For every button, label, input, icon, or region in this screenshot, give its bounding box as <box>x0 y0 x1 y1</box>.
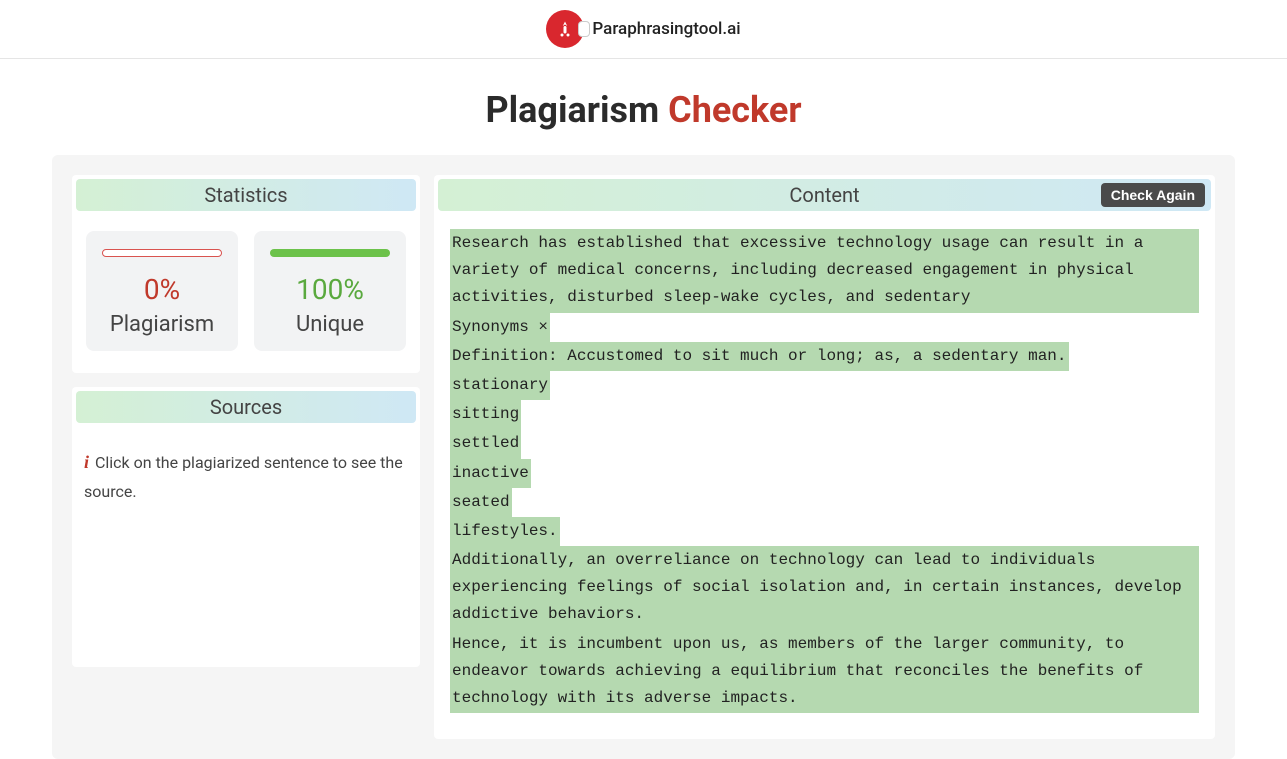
content-card: Content Check Again Research has establi… <box>434 175 1215 739</box>
logo-icon <box>546 10 584 48</box>
unique-label: Unique <box>264 312 396 337</box>
title-prefix: Plagiarism <box>485 89 668 131</box>
statistics-card: Statistics 0% Plagiarism 100% Unique <box>72 175 420 373</box>
synonym-item[interactable]: sitting <box>450 400 521 429</box>
synonym-item[interactable]: inactive <box>450 459 531 488</box>
left-column: Statistics 0% Plagiarism 100% Unique Sou… <box>72 175 420 739</box>
content-body[interactable]: Research has established that excessive … <box>434 223 1215 719</box>
plagiarism-bar <box>102 249 222 257</box>
plagiarism-label: Plagiarism <box>96 312 228 337</box>
unique-bar <box>270 249 390 257</box>
content-header-wrap: Content Check Again <box>438 179 1211 211</box>
page-title: Plagiarism Checker <box>0 59 1287 155</box>
sources-hint: Click on the plagiarized sentence to see… <box>84 453 403 501</box>
content-header: Content <box>438 179 1211 211</box>
check-again-button[interactable]: Check Again <box>1101 183 1205 207</box>
statistics-header: Statistics <box>76 179 416 211</box>
stat-plagiarism: 0% Plagiarism <box>86 231 238 351</box>
stat-unique: 100% Unique <box>254 231 406 351</box>
content-para2b[interactable]: Additionally, an overreliance on technol… <box>450 546 1199 630</box>
synonyms-label[interactable]: Synonyms × <box>450 313 550 342</box>
content-para2a[interactable]: lifestyles. <box>450 517 560 546</box>
synonym-item[interactable]: seated <box>450 488 512 517</box>
main-container: Statistics 0% Plagiarism 100% Unique Sou… <box>52 155 1235 759</box>
site-header: Paraphrasingtool.ai <box>0 0 1287 59</box>
sources-card: Sources i Click on the plagiarized sente… <box>72 387 420 667</box>
unique-value: 100% <box>264 273 396 306</box>
logo[interactable]: Paraphrasingtool.ai <box>546 10 740 48</box>
content-para1[interactable]: Research has established that excessive … <box>450 229 1199 313</box>
brand-name: Paraphrasingtool.ai <box>592 19 740 39</box>
synonym-item[interactable]: stationary <box>450 371 550 400</box>
sources-header: Sources <box>76 391 416 423</box>
content-para2c[interactable]: Hence, it is incumbent upon us, as membe… <box>450 630 1199 714</box>
sources-body: i Click on the plagiarized sentence to s… <box>72 433 420 519</box>
info-icon: i <box>84 452 89 472</box>
synonym-item[interactable]: settled <box>450 429 521 458</box>
title-accent: Checker <box>668 89 801 131</box>
plagiarism-value: 0% <box>96 273 228 306</box>
synonyms-definition: Definition: Accustomed to sit much or lo… <box>450 342 1069 371</box>
stats-row: 0% Plagiarism 100% Unique <box>72 221 420 361</box>
